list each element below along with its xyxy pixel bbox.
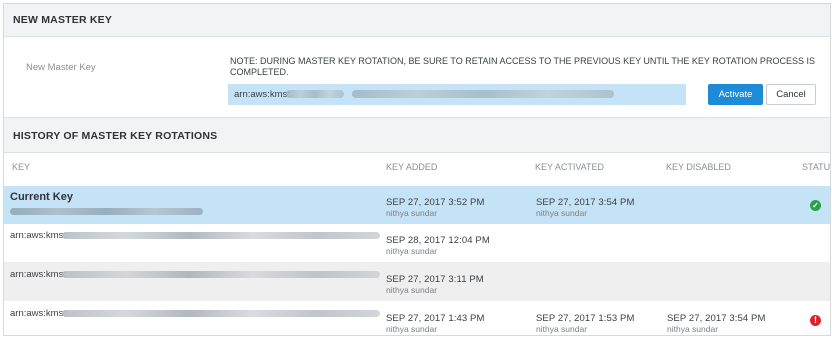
redacted-key bbox=[62, 232, 380, 239]
table-row[interactable]: Current Key SEP 27, 2017 3:52 PM nithya … bbox=[4, 186, 830, 225]
key-added-date: SEP 27, 2017 1:43 PM bbox=[386, 313, 485, 324]
key-disabled-date: SEP 27, 2017 3:54 PM bbox=[667, 313, 766, 324]
key-added-date: SEP 27, 2017 3:11 PM bbox=[386, 274, 484, 285]
key-disabled-user: nithya sundar bbox=[667, 324, 719, 334]
col-key-activated[interactable]: KEY ACTIVATED bbox=[535, 162, 604, 172]
table-row[interactable]: arn:aws:kms: SEP 27, 2017 3:11 PM nithya… bbox=[4, 262, 830, 302]
history-table-header: KEY KEY ADDED KEY ACTIVATED KEY DISABLED… bbox=[4, 151, 830, 187]
table-row[interactable]: arn:aws:kms: SEP 27, 2017 1:43 PM nithya… bbox=[4, 301, 830, 335]
current-key-label: Current Key bbox=[10, 191, 73, 203]
key-arn-prefix: arn:aws:kms: bbox=[10, 269, 66, 280]
key-added-date: SEP 27, 2017 3:52 PM bbox=[386, 197, 485, 208]
col-status[interactable]: STATUS bbox=[802, 162, 830, 172]
redacted-key bbox=[10, 208, 203, 215]
key-activated-date: SEP 27, 2017 3:54 PM bbox=[536, 197, 635, 208]
check-circle-icon: ✓ bbox=[810, 200, 821, 211]
activate-button[interactable]: Activate bbox=[708, 84, 763, 105]
key-arn-prefix: arn:aws:kms: bbox=[10, 230, 66, 241]
key-added-user: nithya sundar bbox=[386, 324, 438, 334]
key-arn-prefix: arn:aws:kms: bbox=[10, 308, 66, 319]
key-activated-user: nithya sundar bbox=[536, 208, 588, 218]
col-key-added[interactable]: KEY ADDED bbox=[386, 162, 437, 172]
redacted-arn bbox=[286, 90, 344, 98]
new-master-key-header: NEW MASTER KEY bbox=[4, 4, 830, 37]
arn-input-prefix: arn:aws:kms: bbox=[234, 89, 290, 100]
history-header: HISTORY OF MASTER KEY ROTATIONS bbox=[4, 117, 830, 153]
table-row[interactable]: arn:aws:kms: SEP 28, 2017 12:04 PM nithy… bbox=[4, 224, 830, 263]
key-added-user: nithya sundar bbox=[386, 285, 438, 295]
cancel-button[interactable]: Cancel bbox=[766, 84, 816, 105]
new-master-key-label: New Master Key bbox=[26, 62, 96, 73]
new-master-key-title: NEW MASTER KEY bbox=[13, 14, 113, 26]
key-added-user: nithya sundar bbox=[386, 246, 438, 256]
key-added-user: nithya sundar bbox=[386, 208, 438, 218]
rotation-note: NOTE: DURING MASTER KEY ROTATION, BE SUR… bbox=[230, 56, 815, 77]
key-activated-user: nithya sundar bbox=[536, 324, 588, 334]
col-key-disabled[interactable]: KEY DISABLED bbox=[666, 162, 731, 172]
master-key-panel: NEW MASTER KEY New Master Key NOTE: DURI… bbox=[3, 3, 831, 336]
key-activated-date: SEP 27, 2017 1:53 PM bbox=[536, 313, 635, 324]
key-added-date: SEP 28, 2017 12:04 PM bbox=[386, 235, 490, 246]
redacted-arn bbox=[352, 90, 614, 98]
redacted-key bbox=[62, 271, 380, 278]
new-master-key-input[interactable]: arn:aws:kms: bbox=[228, 84, 686, 105]
exclamation-circle-icon: ! bbox=[810, 315, 821, 326]
col-key[interactable]: KEY bbox=[12, 162, 30, 172]
history-title: HISTORY OF MASTER KEY ROTATIONS bbox=[13, 130, 218, 142]
redacted-key bbox=[62, 310, 380, 317]
